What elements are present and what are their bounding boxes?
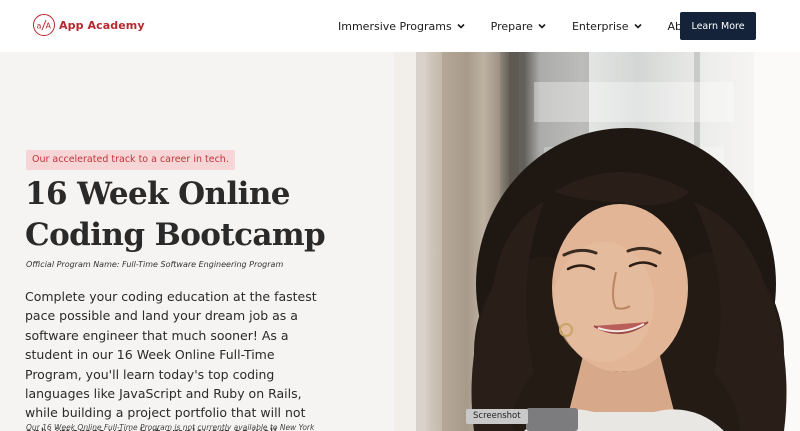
learn-more-button[interactable]: Learn More: [680, 12, 756, 40]
nav-item-label: Immersive Programs: [338, 19, 452, 33]
availability-footnote: Our 16 Week Online Full-Time Program is …: [26, 423, 315, 431]
main-nav: Immersive Programs Prepare Enterprise Ab…: [338, 0, 739, 52]
nav-item-label: Enterprise: [571, 19, 629, 33]
nav-prepare[interactable]: Prepare: [491, 20, 547, 33]
logo-text: App Academy: [59, 18, 145, 32]
hero-description: Complete your coding education at the fa…: [25, 289, 317, 431]
hero-tag: Our accelerated track to a career in tec…: [26, 150, 235, 170]
screenshot-label: Screenshot: [466, 409, 528, 424]
chevron-down-icon: [633, 23, 642, 29]
svg-text:A: A: [46, 22, 52, 31]
chevron-down-icon: [457, 23, 465, 29]
svg-text:a: a: [37, 22, 42, 31]
photo-illustration: [394, 52, 800, 431]
nav-immersive-programs[interactable]: Immersive Programs: [338, 20, 466, 33]
official-program-name: Official Program Name: Full-Time Softwar…: [26, 260, 284, 269]
chevron-down-icon: [538, 23, 546, 29]
nav-enterprise[interactable]: Enterprise: [572, 20, 643, 33]
headline-line-1: 16 Week Online: [25, 176, 291, 212]
nav-item-label: Prepare: [490, 19, 533, 33]
site-header: a A App Academy Immersive Programs Prepa…: [0, 0, 800, 52]
app-academy-logo[interactable]: a A App Academy: [33, 14, 145, 36]
logo-mark-icon: a A: [33, 14, 55, 36]
student-portrait-photo: [394, 52, 800, 431]
hero-headline: 16 Week Online Coding Bootcamp: [25, 174, 385, 256]
headline-line-2: Coding Bootcamp: [25, 217, 326, 253]
hero-content: Our accelerated track to a career in tec…: [0, 52, 394, 431]
